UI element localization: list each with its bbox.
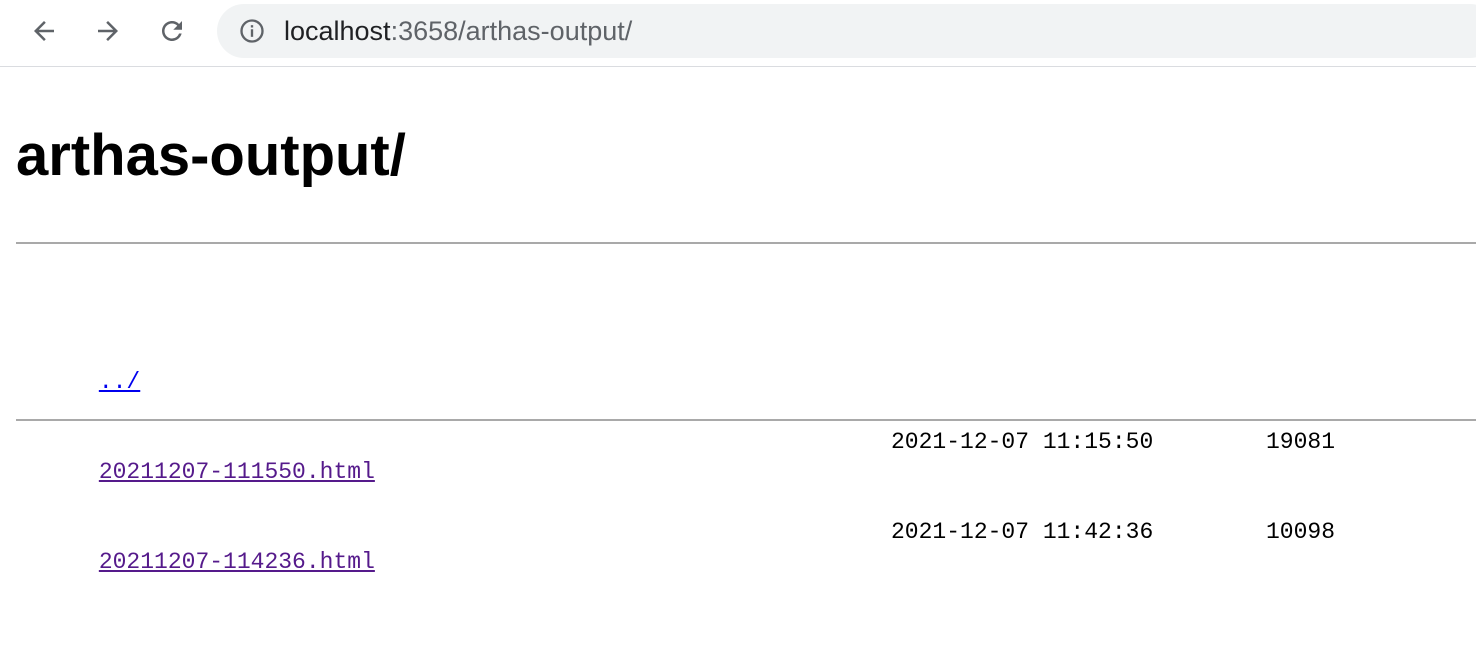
file-date: 2021-12-07 11:42:36 bbox=[891, 519, 1154, 545]
url-path: :3658/arthas-output/ bbox=[390, 16, 633, 46]
list-item: 20211207-111550.html 2021-12-07 11:15:50… bbox=[16, 427, 1456, 485]
divider-top bbox=[16, 242, 1476, 244]
arrow-back-icon bbox=[34, 21, 54, 41]
file-link[interactable]: 20211207-111550.html bbox=[99, 459, 375, 485]
reload-button[interactable] bbox=[152, 11, 192, 51]
parent-directory-link[interactable]: ../ bbox=[99, 369, 140, 395]
address-bar[interactable]: localhost:3658/arthas-output/ bbox=[217, 4, 1476, 58]
url-text[interactable]: localhost:3658/arthas-output/ bbox=[284, 15, 632, 47]
info-icon[interactable] bbox=[237, 16, 267, 46]
page-title: arthas-output/ bbox=[16, 123, 406, 188]
file-size: 10098 bbox=[1266, 519, 1336, 545]
forward-button[interactable] bbox=[88, 11, 128, 51]
divider-bottom bbox=[16, 419, 1476, 421]
reload-icon bbox=[162, 21, 182, 41]
file-size: 19081 bbox=[1266, 429, 1336, 455]
list-item: 20211207-114236.html 2021-12-07 11:42:36… bbox=[16, 517, 1456, 575]
file-date: 2021-12-07 11:15:50 bbox=[891, 429, 1154, 455]
browser-toolbar: localhost:3658/arthas-output/ bbox=[0, 0, 1476, 67]
url-host: localhost bbox=[284, 16, 391, 46]
file-list: ../ 20211207-111550.html 2021-12-07 11:1… bbox=[16, 277, 1456, 607]
arrow-forward-icon bbox=[98, 21, 118, 41]
list-item-parent: ../ bbox=[16, 337, 1456, 395]
file-link[interactable]: 20211207-114236.html bbox=[99, 549, 375, 575]
back-button[interactable] bbox=[24, 11, 64, 51]
